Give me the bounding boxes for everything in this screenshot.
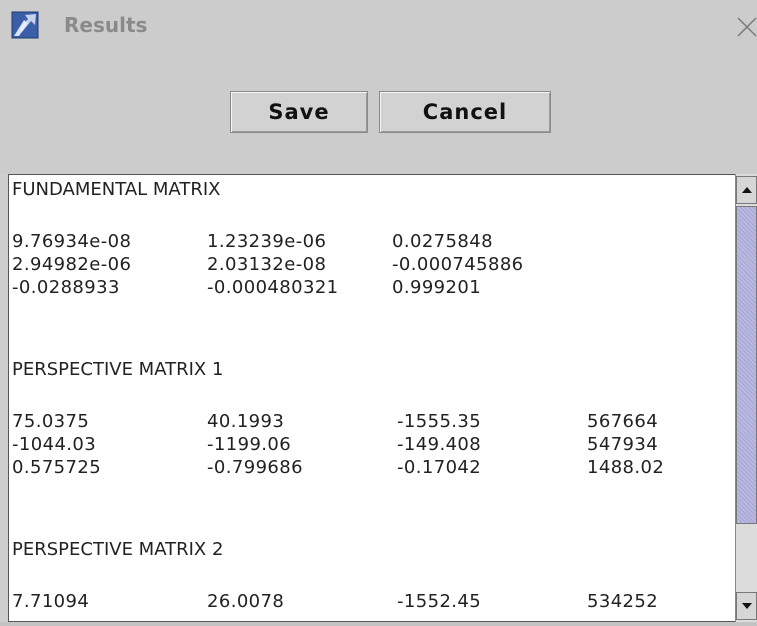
matrix-cell: -0.000480321 [207,277,339,298]
vertical-scrollbar[interactable] [735,174,757,622]
matrix-cell: -0.17042 [397,457,482,478]
scroll-thumb[interactable] [736,206,757,524]
matrix-cell: 0.575725 [12,457,102,478]
matrix-cell: 547934 [587,434,659,455]
perspective-matrix-2-heading: PERSPECTIVE MATRIX 2 [12,539,224,560]
matrix-cell: 534252 [587,591,659,612]
app-icon [11,11,39,39]
arrow-down-icon [741,603,752,609]
matrix-cell: 26.0078 [207,591,285,612]
scroll-up-button[interactable] [736,176,757,204]
matrix-cell: -0.0288933 [12,277,120,298]
matrix-cell: -1199.06 [207,434,292,455]
close-icon[interactable] [736,16,757,38]
matrix-cell: 7.71094 [12,591,90,612]
matrix-cell: -149.408 [397,434,482,455]
matrix-cell: -0.000745886 [392,254,524,275]
perspective-matrix-1-heading: PERSPECTIVE MATRIX 1 [12,359,224,380]
matrix-cell: -1044.03 [12,434,97,455]
matrix-cell: -0.799686 [207,457,303,478]
matrix-cell: 2.03132e-08 [207,254,327,275]
matrix-cell: 567664 [587,411,659,432]
matrix-cell: 40.1993 [207,411,285,432]
matrix-cell: 0.0275848 [392,231,493,252]
results-text-area[interactable]: FUNDAMENTAL MATRIX 9.76934e-08 1.23239e-… [8,174,735,622]
matrix-cell: 75.0375 [12,411,90,432]
matrix-cell: 1488.02 [587,457,665,478]
window-title: Results [64,13,148,37]
fundamental-matrix-heading: FUNDAMENTAL MATRIX [12,179,221,200]
arrow-up-icon [741,187,752,193]
window-titlebar: Results [0,0,757,52]
cancel-button[interactable]: Cancel [379,91,551,133]
matrix-cell: -1555.35 [397,411,482,432]
matrix-cell: 1.23239e-06 [207,231,327,252]
save-button[interactable]: Save [230,91,368,133]
matrix-cell: 2.94982e-06 [12,254,132,275]
matrix-cell: -1552.45 [397,591,482,612]
scroll-down-button[interactable] [736,592,757,620]
matrix-cell: 0.999201 [392,277,482,298]
button-bar: Save Cancel [0,52,757,174]
window-bottom-edge [0,622,757,626]
matrix-cell: 9.76934e-08 [12,231,132,252]
